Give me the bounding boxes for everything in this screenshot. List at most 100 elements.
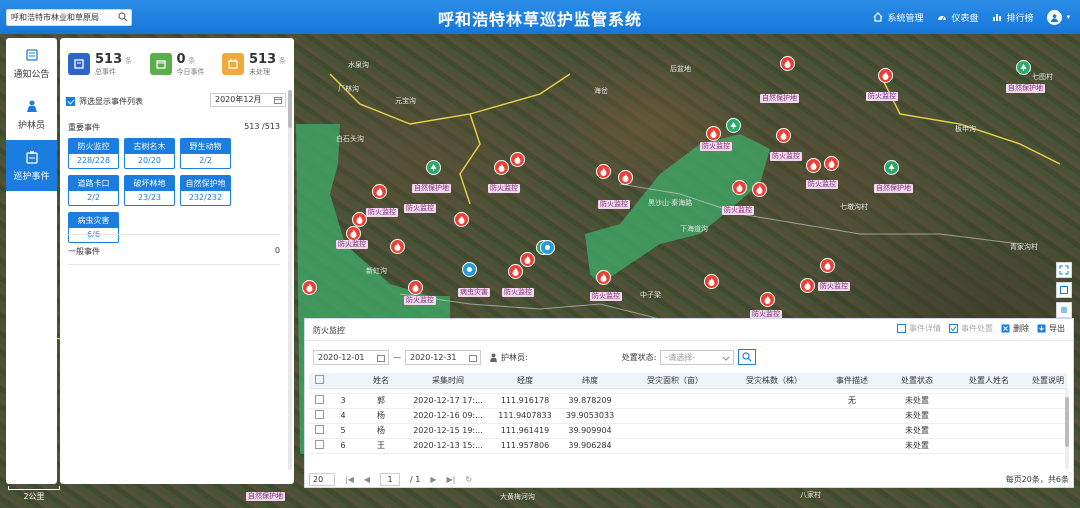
fire-marker-icon[interactable] — [346, 226, 361, 241]
column-header — [329, 373, 357, 389]
last-page-button[interactable]: ▶| — [447, 475, 456, 484]
table-search-button[interactable] — [738, 349, 757, 365]
fire-marker-icon[interactable] — [390, 239, 405, 254]
table-cell: 未处置 — [885, 438, 949, 454]
stat-unit: 条 — [125, 56, 133, 65]
panel-scrollbar[interactable] — [288, 90, 292, 470]
marker-tag: 防火监控 — [404, 204, 436, 213]
first-page-button[interactable]: |◀ — [345, 475, 354, 484]
fire-marker-icon[interactable] — [596, 164, 611, 179]
fire-marker-icon[interactable] — [820, 258, 835, 273]
prev-page-button[interactable]: ◀ — [364, 475, 370, 484]
handle-icon — [949, 324, 958, 333]
status-select[interactable]: -请选择- — [660, 349, 735, 365]
row-checkbox[interactable] — [314, 410, 324, 419]
pest-marker-icon[interactable] — [462, 262, 477, 277]
select-all-cell[interactable] — [309, 373, 329, 389]
filter-checkbox[interactable] — [66, 96, 75, 106]
table-cell: 3 — [329, 393, 357, 409]
date-to-input[interactable]: 2020-12-31 — [405, 349, 481, 365]
reserve-marker-icon[interactable] — [426, 160, 441, 175]
event-detail-button[interactable]: 事件详情 — [897, 323, 941, 334]
page-size-select[interactable]: 20 — [309, 472, 335, 486]
layer-button[interactable] — [1056, 282, 1072, 298]
page-number-input[interactable]: 1 — [380, 472, 401, 486]
fire-marker-icon[interactable] — [800, 278, 815, 293]
fire-marker-icon[interactable] — [508, 264, 523, 279]
fire-marker-icon[interactable] — [706, 126, 721, 141]
marker-tag: 病虫灾害 — [458, 288, 490, 297]
month-picker[interactable]: 2020年12月 — [210, 93, 286, 107]
table-row[interactable]: 3 郭 2020-12-17 17:... 111.916178 39.8782… — [309, 393, 1067, 409]
calendar-icon — [274, 97, 282, 104]
ranger-input[interactable] — [530, 350, 616, 365]
sidebar-item-ranger[interactable]: 护林员 — [6, 89, 57, 140]
fire-marker-icon[interactable] — [372, 184, 387, 199]
nav-system-admin[interactable]: 系统管理 — [873, 11, 923, 24]
org-search[interactable] — [6, 9, 132, 26]
event-handle-button[interactable]: 事件处置 — [949, 323, 993, 334]
delete-button[interactable]: 删除 — [1001, 323, 1029, 334]
export-button[interactable]: 导出 — [1037, 323, 1065, 334]
fullscreen-button[interactable] — [1056, 262, 1072, 278]
sidebar-item-patrol-event[interactable]: 巡护事件 — [6, 140, 57, 191]
fire-marker-icon[interactable] — [520, 252, 535, 267]
nav-ranking[interactable]: 排行榜 — [992, 11, 1033, 24]
category-pest-disaster[interactable]: 病虫灾害6/6 — [68, 212, 119, 243]
user-avatar[interactable] — [1047, 9, 1063, 25]
fire-marker-icon[interactable] — [780, 56, 795, 71]
section-title: 一般事件 — [68, 247, 100, 256]
row-checkbox[interactable] — [314, 440, 324, 449]
select-all-checkbox[interactable] — [314, 374, 324, 384]
fire-marker-icon[interactable] — [352, 212, 367, 227]
home-icon — [874, 12, 883, 22]
list-button[interactable] — [1056, 302, 1072, 318]
fire-marker-icon[interactable] — [752, 182, 767, 197]
category-nature-reserve[interactable]: 自然保护地 232/232 — [180, 175, 231, 206]
fire-marker-icon[interactable] — [596, 270, 611, 285]
fire-marker-icon[interactable] — [618, 170, 633, 185]
fire-marker-icon[interactable] — [776, 128, 791, 143]
sidebar-item-label: 通知公告 — [13, 69, 50, 80]
date-from-input[interactable]: 2020-12-01 — [313, 349, 389, 365]
nav-dashboard[interactable]: 仪表盘 — [937, 11, 978, 24]
search-icon[interactable] — [118, 12, 128, 22]
table-row[interactable]: 4 杨 2020-12-16 09:... 111.9407833 39.905… — [309, 408, 1067, 424]
fire-marker-icon[interactable] — [454, 212, 469, 227]
fire-marker-icon[interactable] — [878, 68, 893, 83]
pest-marker-icon[interactable] — [540, 240, 555, 255]
category-wildlife[interactable]: 野生动物 2/2 — [180, 138, 231, 169]
boundary-line — [329, 73, 571, 125]
marker-tag: 自然保护地 — [760, 94, 799, 103]
table-scrollbar[interactable] — [1065, 389, 1069, 469]
divider — [68, 234, 280, 235]
next-page-button[interactable]: ▶ — [430, 475, 436, 484]
sidebar-item-notice[interactable]: 通知公告 — [6, 38, 57, 89]
reserve-marker-icon[interactable] — [884, 160, 899, 175]
place-label: 大黄梅河沟 — [500, 493, 535, 501]
fire-marker-icon[interactable] — [408, 280, 423, 295]
category-forest-damage[interactable]: 破坏林地 23/23 — [124, 175, 175, 206]
fire-marker-icon[interactable] — [760, 292, 775, 307]
fire-marker-icon[interactable] — [806, 158, 821, 173]
category-road-checkpoint[interactable]: 道路卡口 2/2 — [68, 175, 119, 206]
reserve-marker-icon[interactable] — [726, 118, 741, 133]
fire-marker-icon[interactable] — [824, 156, 839, 171]
refresh-icon[interactable]: ↻ — [465, 475, 472, 484]
table-row[interactable]: 5 杨 2020-12-15 19:... 111.961419 39.9099… — [309, 423, 1067, 439]
fire-marker-icon[interactable] — [732, 180, 747, 195]
chevron-down-icon[interactable]: ▾ — [1066, 13, 1070, 21]
reserve-marker-icon[interactable] — [1016, 60, 1031, 75]
stat-unhandled: 513 条 未处理 — [221, 48, 286, 80]
category-ancient-trees[interactable]: 古树名木 20/20 — [124, 138, 175, 169]
category-fire-monitor[interactable]: 防火监控 228/228 — [68, 138, 119, 169]
fire-marker-icon[interactable] — [510, 152, 525, 167]
table-row[interactable]: 6 王 2020-12-13 15:... 111.957806 39.9062… — [309, 438, 1067, 454]
table-cell: 39.906284 — [559, 438, 621, 454]
org-search-input[interactable] — [7, 10, 115, 25]
fire-marker-icon[interactable] — [494, 160, 509, 175]
fire-marker-icon[interactable] — [302, 280, 317, 295]
row-checkbox[interactable] — [314, 425, 324, 434]
row-checkbox[interactable] — [314, 395, 324, 404]
fire-marker-icon[interactable] — [704, 274, 719, 289]
